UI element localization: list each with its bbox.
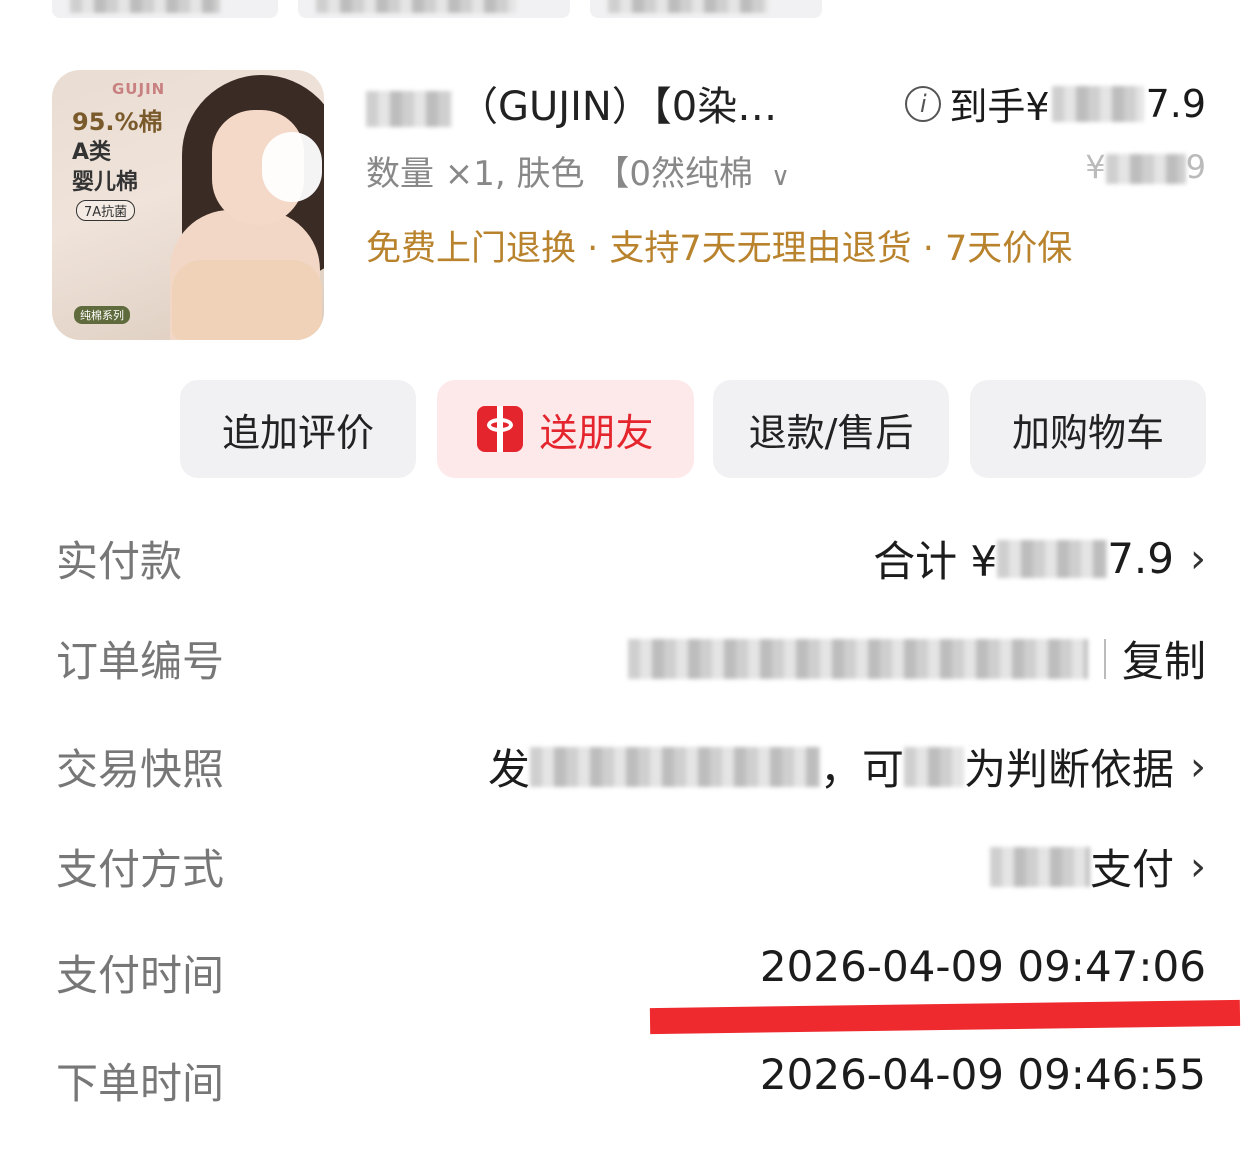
paid-amount-value: 合计 ¥ 7.9 › — [873, 534, 1206, 586]
product-thumbnail[interactable]: GUJIN 95.%棉 A类 婴儿棉 7A抗菌 纯棉系列 — [52, 70, 324, 340]
order-number-value: 复制 — [627, 628, 1206, 689]
send-gift-button[interactable]: 送朋友 — [437, 380, 694, 478]
redacted-text — [1051, 85, 1144, 122]
payment-method-row[interactable]: 支付方式 支付 › — [56, 836, 1206, 896]
red-underline-annotation — [649, 999, 1241, 1035]
product-spec[interactable]: 数量 ×1, 肤色 【0然纯棉 ∨ — [366, 146, 790, 195]
tag-chip[interactable] — [52, 0, 278, 18]
product-spec-row: 数量 ×1, 肤色 【0然纯棉 ∨ ¥9 — [366, 142, 1206, 195]
payment-time-row: 支付时间 2026-04-09 09:47:06 — [56, 942, 1206, 1002]
redacted-text — [529, 746, 820, 787]
service-guarantees: 免费上门退换 · 支持7天无理由退货 · 7天价保 — [366, 229, 1073, 269]
tag-chip[interactable] — [590, 0, 822, 18]
info-icon[interactable]: i — [905, 85, 942, 122]
chevron-right-icon: › — [1190, 743, 1206, 790]
product-title-row: （GUJIN）【0染… i 到手¥ 7.9 — [366, 70, 1206, 130]
price-suffix: 7.9 — [1145, 81, 1206, 126]
tag-strip — [52, 0, 822, 18]
gift-icon — [477, 406, 524, 452]
paid-amount-row[interactable]: 实付款 合计 ¥ 7.9 › — [56, 528, 1206, 588]
order-time-row: 下单时间 2026-04-09 09:46:55 — [56, 1050, 1206, 1110]
payment-time-value: 2026-04-09 09:47:06 — [759, 942, 1206, 991]
payment-time-label: 支付时间 — [56, 951, 225, 1000]
order-number-label: 订单编号 — [56, 637, 225, 686]
thumb-material: 婴儿棉 — [72, 170, 139, 195]
original-price: ¥9 — [1085, 148, 1206, 186]
cotton-ball — [262, 132, 322, 202]
redacted-text — [903, 746, 964, 787]
final-price[interactable]: i 到手¥ 7.9 — [905, 76, 1206, 131]
trade-snapshot-label: 交易快照 — [56, 745, 225, 794]
order-number-row: 订单编号 复制 — [56, 628, 1206, 688]
payment-method-value: 支付 › — [989, 836, 1206, 897]
refund-aftersales-button[interactable]: 退款/售后 — [713, 380, 949, 478]
redacted-text — [627, 638, 1088, 679]
redacted-text — [1105, 154, 1186, 184]
redacted-text — [366, 91, 452, 127]
thumb-antibacterial-badge: 7A抗菌 — [76, 200, 136, 221]
add-review-button[interactable]: 追加评价 — [180, 380, 416, 478]
product-garment — [172, 260, 322, 340]
thumb-series-tag: 纯棉系列 — [74, 306, 130, 324]
chevron-right-icon: › — [1190, 535, 1206, 582]
redacted-text — [989, 846, 1090, 887]
thumb-cotton-percent: 95.%棉 — [72, 108, 163, 136]
redacted-text — [997, 539, 1108, 578]
order-time-value: 2026-04-09 09:46:55 — [759, 1050, 1206, 1099]
trade-snapshot-row[interactable]: 交易快照 发 ，可 为判断依据 › — [56, 736, 1206, 796]
thumb-brand: GUJIN — [112, 80, 166, 98]
tag-chip[interactable] — [298, 0, 570, 18]
chevron-down-icon: ∨ — [770, 162, 791, 192]
add-to-cart-button[interactable]: 加购物车 — [970, 380, 1206, 478]
chevron-right-icon: › — [1190, 843, 1206, 890]
divider — [1103, 638, 1106, 679]
price-prefix: 到手¥ — [949, 85, 1050, 129]
copy-button[interactable]: 复制 — [1122, 628, 1206, 689]
order-time-label: 下单时间 — [56, 1059, 225, 1108]
thumb-grade: A类 — [72, 140, 112, 165]
trade-snapshot-value: 发 ，可 为判断依据 › — [487, 743, 1206, 795]
payment-method-label: 支付方式 — [56, 845, 225, 894]
product-title[interactable]: （GUJIN）【0染… — [366, 74, 777, 132]
paid-amount-label: 实付款 — [56, 537, 183, 586]
